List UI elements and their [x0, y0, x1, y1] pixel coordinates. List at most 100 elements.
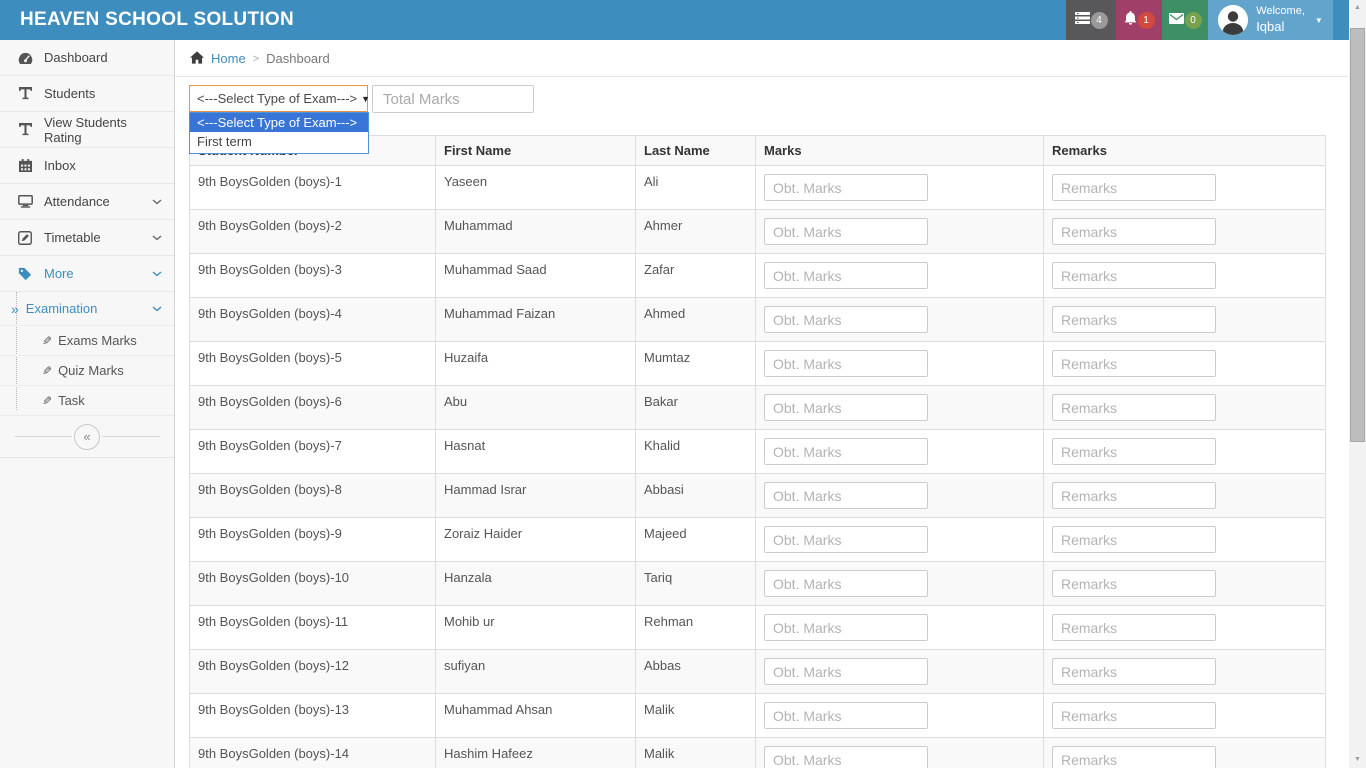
- table-row: 9th BoysGolden (boys)-7 Hasnat Khalid: [190, 430, 1326, 474]
- content-area: <---Select Type of Exam---> ▼ <---Select…: [175, 77, 1349, 768]
- sidebar-item-label: Examination: [26, 301, 98, 316]
- sidebar-item-task[interactable]: ✎ Task: [0, 386, 174, 416]
- caret-down-icon: ▼: [361, 94, 370, 104]
- breadcrumb-home-link[interactable]: Home: [211, 51, 246, 66]
- header-notifications-button[interactable]: 1: [1116, 0, 1162, 40]
- cell-student-number: 9th BoysGolden (boys)-2: [190, 210, 436, 254]
- cell-last-name: Malik: [636, 694, 756, 738]
- app-window: HEAVEN SCHOOL SOLUTION 4 1 0 We: [0, 0, 1366, 768]
- home-icon: [190, 51, 204, 67]
- pencil-square-icon: [17, 231, 33, 245]
- remarks-input[interactable]: [1052, 482, 1216, 509]
- cell-last-name: Abbas: [636, 650, 756, 694]
- remarks-input[interactable]: [1052, 306, 1216, 333]
- remarks-input[interactable]: [1052, 702, 1216, 729]
- cell-first-name: Hashim Hafeez: [436, 738, 636, 768]
- cell-student-number: 9th BoysGolden (boys)-4: [190, 298, 436, 342]
- sidebar-item-quiz-marks[interactable]: ✎ Quiz Marks: [0, 356, 174, 386]
- marks-input[interactable]: [764, 614, 928, 641]
- cell-student-number: 9th BoysGolden (boys)-5: [190, 342, 436, 386]
- chevron-down-icon: [152, 199, 162, 205]
- remarks-input[interactable]: [1052, 174, 1216, 201]
- exam-option-select-type[interactable]: <---Select Type of Exam--->: [190, 113, 368, 132]
- cell-last-name: Rehman: [636, 606, 756, 650]
- marks-input[interactable]: [764, 262, 928, 289]
- marks-input[interactable]: [764, 174, 928, 201]
- pencil-icon: ✎: [42, 364, 52, 378]
- sidebar-item-more[interactable]: More: [0, 256, 174, 292]
- remarks-input[interactable]: [1052, 526, 1216, 553]
- cell-first-name: Hasnat: [436, 430, 636, 474]
- angle-double-right-icon: »: [11, 302, 19, 316]
- remarks-input[interactable]: [1052, 438, 1216, 465]
- remarks-input[interactable]: [1052, 262, 1216, 289]
- total-marks-input[interactable]: [372, 85, 534, 113]
- remarks-input[interactable]: [1052, 658, 1216, 685]
- sidebar-item-attendance[interactable]: Attendance: [0, 184, 174, 220]
- sidebar-item-examination[interactable]: » Examination: [0, 292, 174, 326]
- monitor-icon: [17, 195, 33, 208]
- cell-first-name: Zoraiz Haider: [436, 518, 636, 562]
- marks-input[interactable]: [764, 702, 928, 729]
- chevron-down-icon: [152, 235, 162, 241]
- marks-input[interactable]: [764, 526, 928, 553]
- cell-last-name: Abbasi: [636, 474, 756, 518]
- sidebar-item-label: Exams Marks: [58, 333, 137, 348]
- marks-input[interactable]: [764, 306, 928, 333]
- scrollbar-thumb[interactable]: [1350, 28, 1365, 442]
- remarks-input[interactable]: [1052, 218, 1216, 245]
- dashboard-gauge-icon: [17, 52, 33, 64]
- app-title: HEAVEN SCHOOL SOLUTION: [0, 0, 294, 40]
- exam-option-first-term[interactable]: First term: [190, 132, 368, 151]
- scroll-down-arrow-icon[interactable]: ▼: [1349, 752, 1366, 768]
- table-row: 9th BoysGolden (boys)-9 Zoraiz Haider Ma…: [190, 518, 1326, 562]
- sidebar-item-exams-marks[interactable]: ✎ Exams Marks: [0, 326, 174, 356]
- marks-input[interactable]: [764, 438, 928, 465]
- marks-input[interactable]: [764, 218, 928, 245]
- user-menu[interactable]: Welcome, Iqbal ▼: [1208, 0, 1333, 40]
- marks-input[interactable]: [764, 394, 928, 421]
- sidebar-item-label: Attendance: [44, 194, 110, 209]
- divider: [102, 436, 160, 437]
- sidebar-item-view-students-rating[interactable]: View Students Rating: [0, 112, 174, 148]
- remarks-input[interactable]: [1052, 614, 1216, 641]
- marks-input[interactable]: [764, 658, 928, 685]
- cell-last-name: Bakar: [636, 386, 756, 430]
- scroll-up-arrow-icon[interactable]: ▲: [1349, 0, 1366, 16]
- sidebar-item-inbox[interactable]: Inbox: [0, 148, 174, 184]
- chevron-down-icon: [152, 306, 162, 312]
- welcome-text: Welcome, Iqbal: [1256, 4, 1305, 35]
- cell-first-name: Yaseen: [436, 166, 636, 210]
- cell-first-name: Muhammad Saad: [436, 254, 636, 298]
- sidebar-item-dashboard[interactable]: Dashboard: [0, 40, 174, 76]
- marks-table-body: 9th BoysGolden (boys)-1 Yaseen Ali 9th B…: [190, 166, 1326, 768]
- page-layout: Dashboard Students View Students Rating …: [0, 40, 1349, 768]
- sidebar-item-label: Quiz Marks: [58, 363, 124, 378]
- marks-input[interactable]: [764, 570, 928, 597]
- cell-first-name: Hammad Israr: [436, 474, 636, 518]
- remarks-input[interactable]: [1052, 350, 1216, 377]
- remarks-input[interactable]: [1052, 394, 1216, 421]
- cell-last-name: Majeed: [636, 518, 756, 562]
- sidebar-item-timetable[interactable]: Timetable: [0, 220, 174, 256]
- scrollbar: ▲ ▼: [1349, 0, 1366, 768]
- marks-input[interactable]: [764, 482, 928, 509]
- remarks-input[interactable]: [1052, 746, 1216, 768]
- marks-input[interactable]: [764, 350, 928, 377]
- sidebar-item-students[interactable]: Students: [0, 76, 174, 112]
- column-header-last-name: Last Name: [636, 136, 756, 166]
- marks-input[interactable]: [764, 746, 928, 768]
- cell-student-number: 9th BoysGolden (boys)-12: [190, 650, 436, 694]
- header-messages-button[interactable]: 0: [1162, 0, 1208, 40]
- header-menu-button[interactable]: 4: [1066, 0, 1116, 40]
- cell-first-name: Abu: [436, 386, 636, 430]
- cell-student-number: 9th BoysGolden (boys)-6: [190, 386, 436, 430]
- list-bars-icon: [1075, 11, 1090, 29]
- notifications-count-badge: 1: [1138, 12, 1155, 29]
- pencil-icon: ✎: [42, 394, 52, 408]
- exam-type-select[interactable]: <---Select Type of Exam---> ▼: [189, 85, 368, 112]
- remarks-input[interactable]: [1052, 570, 1216, 597]
- table-row: 9th BoysGolden (boys)-10 Hanzala Tariq: [190, 562, 1326, 606]
- examination-section: » Examination ✎ Exams Marks ✎ Quiz Marks…: [0, 292, 174, 416]
- sidebar-collapse-button[interactable]: «: [0, 416, 174, 458]
